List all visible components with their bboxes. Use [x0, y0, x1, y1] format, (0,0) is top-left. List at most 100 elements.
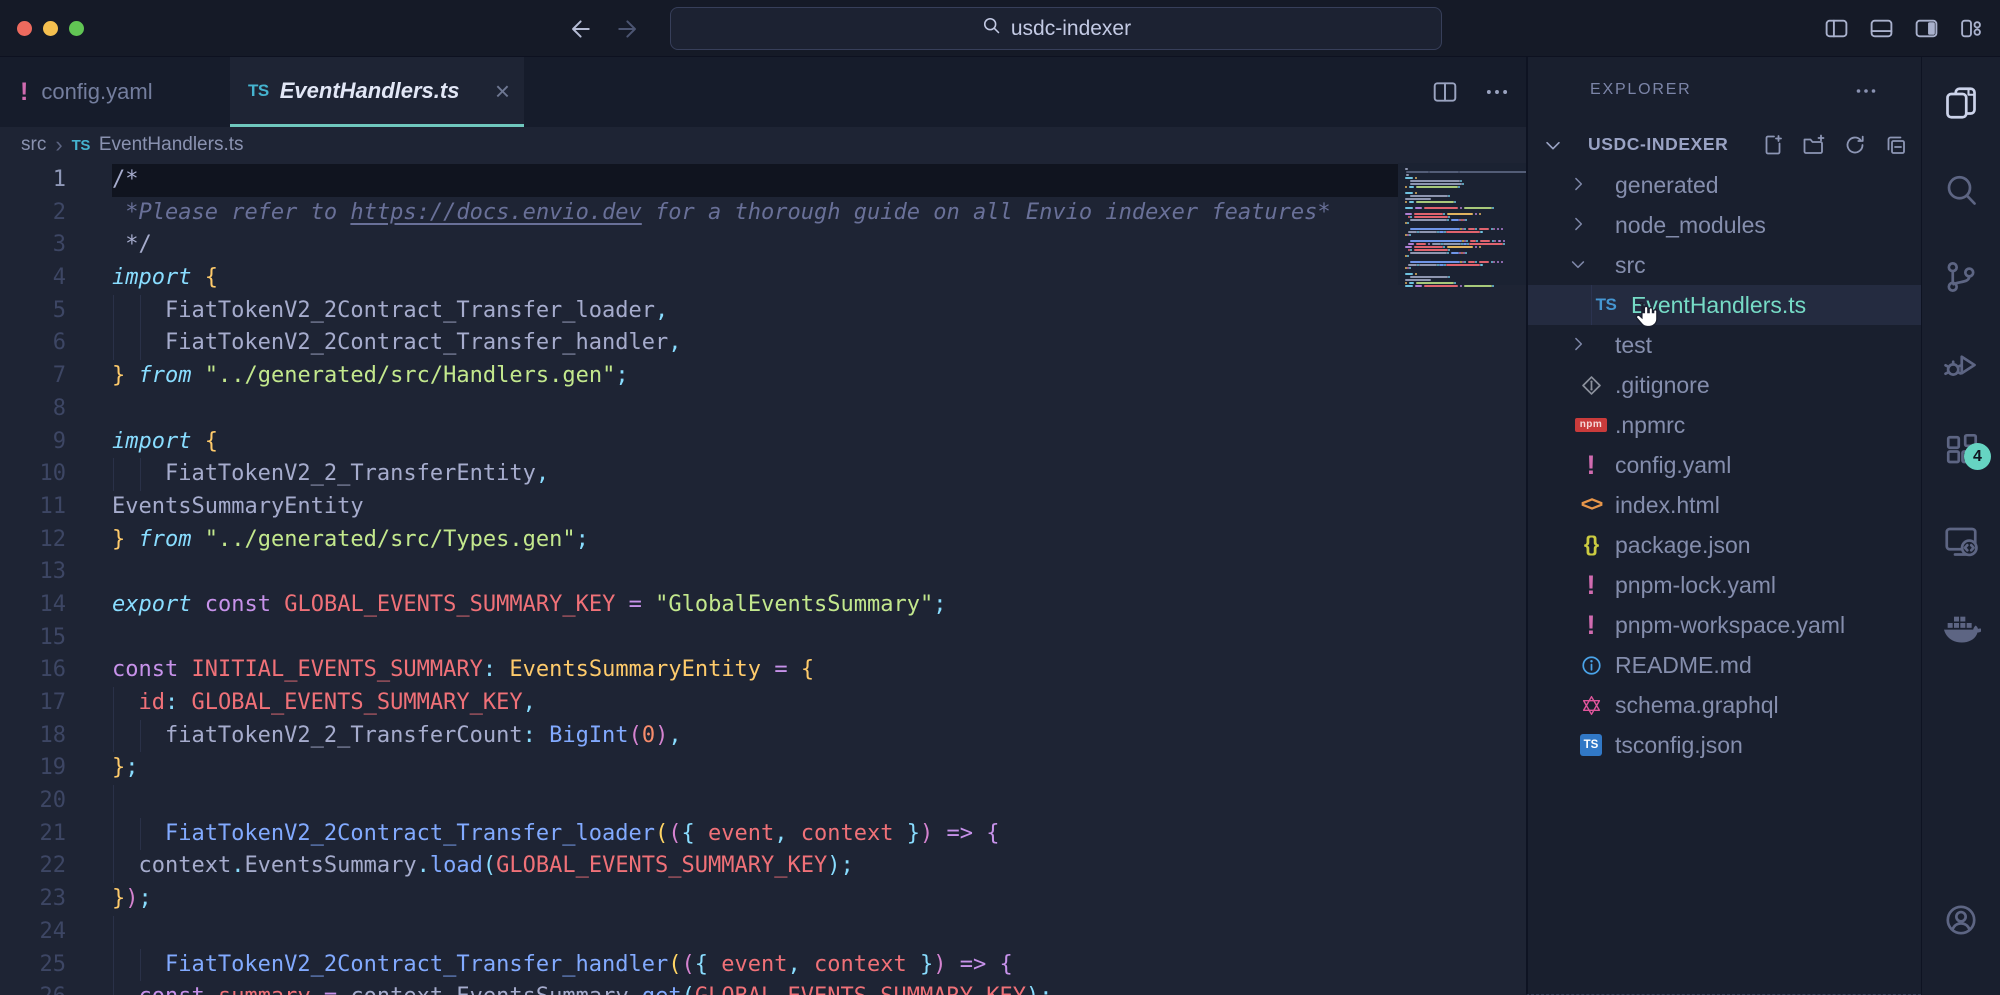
back-button[interactable]: [566, 16, 592, 47]
code-line[interactable]: 17id: GLOBAL_EVENTS_SUMMARY_KEY,: [0, 687, 1398, 720]
tree-file-gitignore[interactable]: .gitignore: [1528, 365, 1921, 405]
activity-docker-button[interactable]: [1941, 607, 1981, 647]
tree-file-schema-graphql[interactable]: schema.graphql: [1528, 685, 1921, 725]
code-line[interactable]: 18fiatTokenV2_2_TransferCount: BigInt(0)…: [0, 720, 1398, 753]
tree-file-pnpm-lock-yaml[interactable]: !pnpm-lock.yaml: [1528, 565, 1921, 605]
breadcrumb-file[interactable]: EventHandlers.ts: [99, 134, 244, 156]
code-line[interactable]: 20: [0, 785, 1398, 818]
line-number[interactable]: 25: [0, 949, 66, 982]
code-line[interactable]: 7} from "../generated/src/Handlers.gen";: [0, 360, 1398, 393]
command-center-search[interactable]: usdc-indexer: [670, 7, 1442, 50]
code-line[interactable]: 4import {: [0, 262, 1398, 295]
code-line[interactable]: 12} from "../generated/src/Types.gen";: [0, 524, 1398, 557]
activity-explorer-button[interactable]: [1941, 83, 1981, 123]
tree-file-pnpm-workspace-yaml[interactable]: !pnpm-workspace.yaml: [1528, 605, 1921, 645]
activity-source-control-button[interactable]: [1941, 257, 1981, 297]
code-line[interactable]: 3*/: [0, 229, 1398, 262]
tree-file-tsconfig-json[interactable]: TStsconfig.json: [1528, 725, 1921, 765]
code-line[interactable]: 22context.EventsSummary.load(GLOBAL_EVEN…: [0, 850, 1398, 883]
line-number[interactable]: 10: [0, 458, 66, 491]
code-line[interactable]: 2*Please refer to https://docs.envio.dev…: [0, 197, 1398, 230]
tree-file-npmrc[interactable]: npm.npmrc: [1528, 405, 1921, 445]
breadcrumb-folder[interactable]: src: [21, 134, 46, 156]
code-line[interactable]: 5FiatTokenV2_2Contract_Transfer_loader,: [0, 295, 1398, 328]
line-number[interactable]: 26: [0, 981, 66, 995]
tree-file-eventhandlers-ts[interactable]: TSEventHandlers.ts: [1528, 285, 1921, 325]
line-number[interactable]: 11: [0, 491, 66, 524]
tree-file-config-yaml[interactable]: !config.yaml: [1528, 445, 1921, 485]
line-number[interactable]: 1: [0, 164, 66, 197]
code-line[interactable]: 1/*: [0, 164, 1398, 197]
line-number[interactable]: 18: [0, 720, 66, 753]
activity-extensions-button[interactable]: 4: [1941, 430, 1981, 470]
code-line[interactable]: 9import {: [0, 426, 1398, 459]
line-number[interactable]: 21: [0, 818, 66, 851]
new-folder-button[interactable]: [1802, 133, 1826, 162]
code-line[interactable]: 15: [0, 622, 1398, 655]
tree-folder-generated[interactable]: generated: [1528, 165, 1921, 205]
line-number[interactable]: 7: [0, 360, 66, 393]
line-number[interactable]: 9: [0, 426, 66, 459]
collapse-all-button[interactable]: [1884, 133, 1908, 162]
line-number[interactable]: 15: [0, 622, 66, 655]
customize-layout-button[interactable]: [1959, 16, 1984, 46]
new-file-button[interactable]: [1761, 133, 1785, 162]
tree-folder-node-modules[interactable]: node_modules: [1528, 205, 1921, 245]
tree-file-index-html[interactable]: <>index.html: [1528, 485, 1921, 525]
tab-eventhandlers-ts[interactable]: TS EventHandlers.ts ×: [230, 57, 524, 127]
project-root-row[interactable]: USDC-INDEXER: [1528, 127, 1921, 165]
minimize-window-button[interactable]: [43, 21, 58, 36]
code-line[interactable]: 21FiatTokenV2_2Contract_Transfer_loader(…: [0, 818, 1398, 851]
line-number[interactable]: 17: [0, 687, 66, 720]
toggle-secondary-sidebar-button[interactable]: [1914, 16, 1939, 46]
line-number[interactable]: 4: [0, 262, 66, 295]
code-line[interactable]: 23});: [0, 883, 1398, 916]
code-line[interactable]: 14export const GLOBAL_EVENTS_SUMMARY_KEY…: [0, 589, 1398, 622]
line-number[interactable]: 16: [0, 654, 66, 687]
activity-run-debug-button[interactable]: [1941, 345, 1981, 385]
line-number[interactable]: 24: [0, 916, 66, 949]
code-editor[interactable]: 1/*2*Please refer to https://docs.envio.…: [0, 163, 1526, 995]
activity-account-button[interactable]: [1941, 900, 1981, 940]
refresh-button[interactable]: [1843, 133, 1867, 162]
line-number[interactable]: 19: [0, 752, 66, 785]
line-number[interactable]: 14: [0, 589, 66, 622]
activity-remote-explorer-button[interactable]: [1941, 521, 1981, 561]
line-number[interactable]: 23: [0, 883, 66, 916]
tree-file-readme-md[interactable]: README.md: [1528, 645, 1921, 685]
line-number[interactable]: 22: [0, 850, 66, 883]
more-actions-button[interactable]: [1484, 79, 1510, 110]
maximize-window-button[interactable]: [69, 21, 84, 36]
line-number[interactable]: 20: [0, 785, 66, 818]
line-number[interactable]: 13: [0, 556, 66, 589]
code-line[interactable]: 19};: [0, 752, 1398, 785]
close-window-button[interactable]: [17, 21, 32, 36]
code-line[interactable]: 24: [0, 916, 1398, 949]
line-number[interactable]: 12: [0, 524, 66, 557]
line-number[interactable]: 3: [0, 229, 66, 262]
toggle-panel-button[interactable]: [1869, 16, 1894, 46]
tree-folder-src[interactable]: src: [1528, 245, 1921, 285]
close-tab-icon[interactable]: ×: [495, 78, 510, 104]
line-number[interactable]: 5: [0, 295, 66, 328]
line-number[interactable]: 6: [0, 327, 66, 360]
forward-button[interactable]: [616, 16, 642, 47]
minimap[interactable]: [1398, 163, 1526, 285]
code-line[interactable]: 10FiatTokenV2_2_TransferEntity,: [0, 458, 1398, 491]
toggle-sidebar-button[interactable]: [1824, 16, 1849, 46]
code-line[interactable]: 25FiatTokenV2_2Contract_Transfer_handler…: [0, 949, 1398, 982]
tree-file-package-json[interactable]: {}package.json: [1528, 525, 1921, 565]
explorer-more-actions-button[interactable]: [1854, 79, 1878, 108]
line-number[interactable]: 2: [0, 197, 66, 230]
code-line[interactable]: 8: [0, 393, 1398, 426]
activity-search-button[interactable]: [1941, 170, 1981, 210]
tab-config-yaml[interactable]: ! config.yaml: [8, 57, 188, 127]
split-editor-button[interactable]: [1432, 79, 1458, 110]
code-line[interactable]: 26const summary = context.EventsSummary.…: [0, 981, 1398, 995]
code-line[interactable]: 16const INITIAL_EVENTS_SUMMARY: EventsSu…: [0, 654, 1398, 687]
code-line[interactable]: 13: [0, 556, 1398, 589]
tree-folder-test[interactable]: test: [1528, 325, 1921, 365]
code-line[interactable]: 11EventsSummaryEntity: [0, 491, 1398, 524]
line-number[interactable]: 8: [0, 393, 66, 426]
code-line[interactable]: 6FiatTokenV2_2Contract_Transfer_handler,: [0, 327, 1398, 360]
